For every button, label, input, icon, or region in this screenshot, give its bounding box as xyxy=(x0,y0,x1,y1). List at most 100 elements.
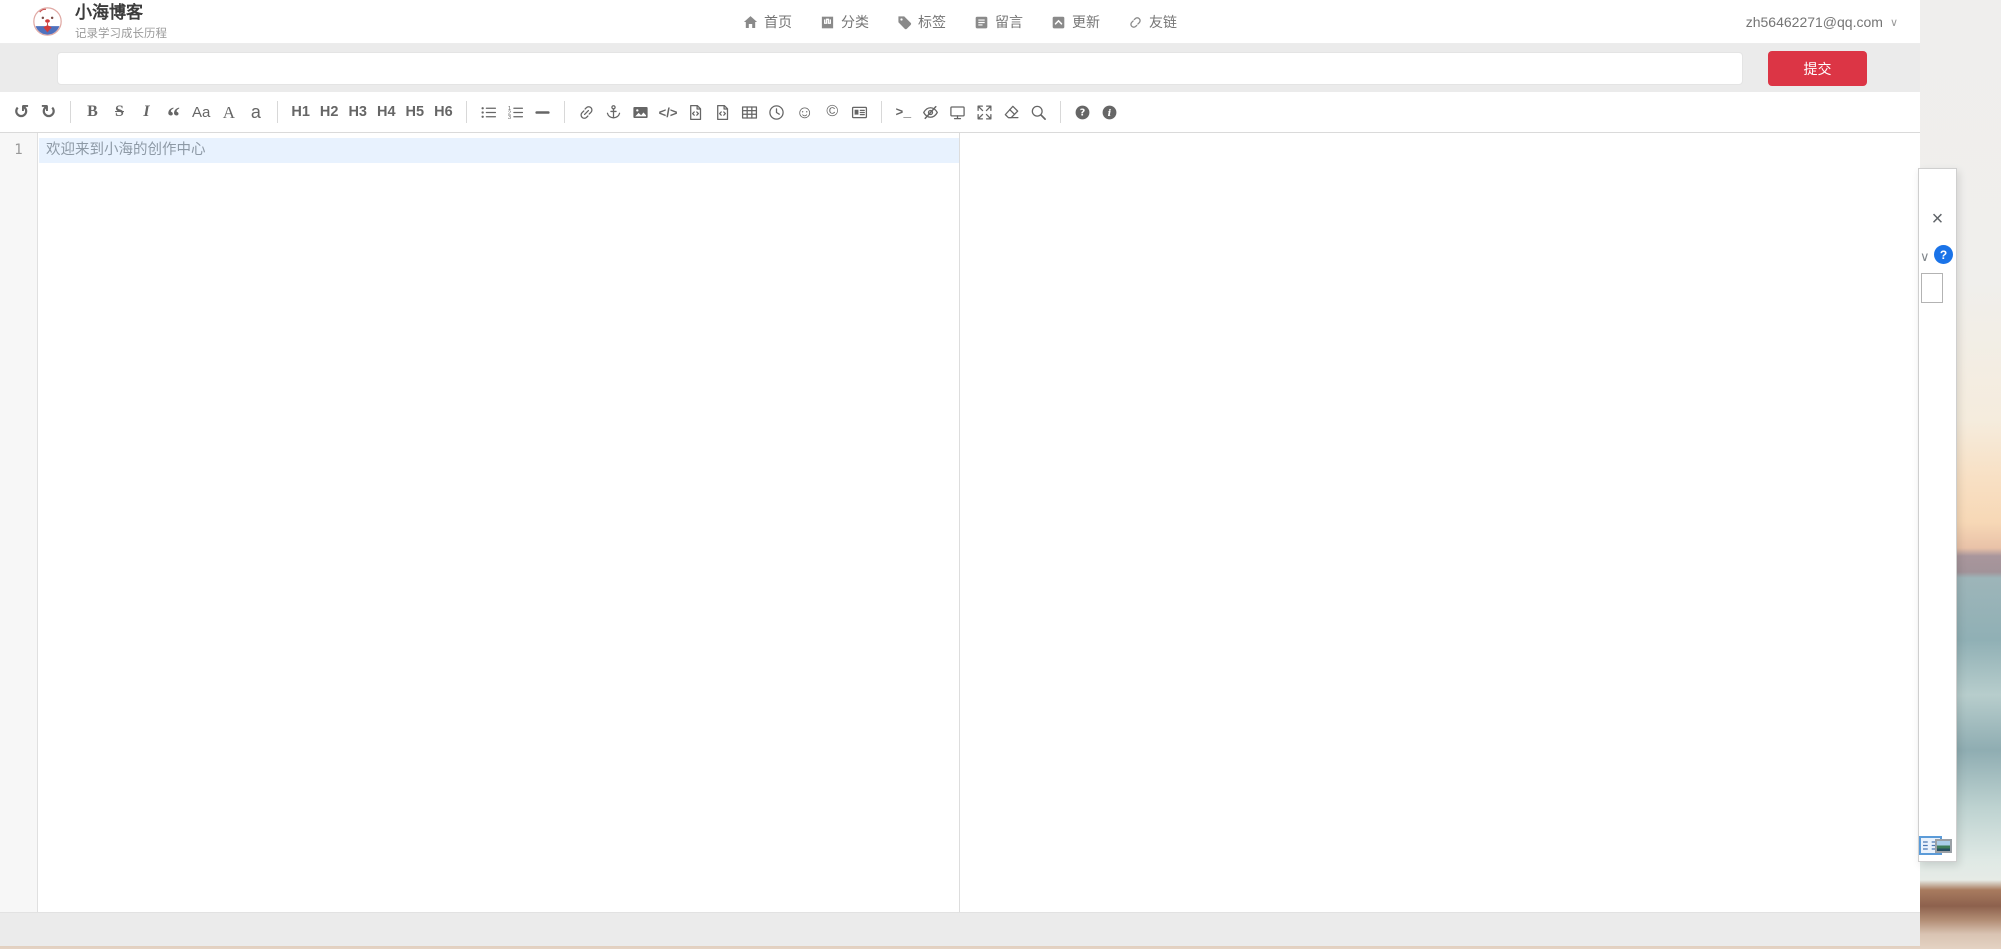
anchor-icon xyxy=(605,104,622,121)
site-logo-avatar[interactable] xyxy=(33,7,62,36)
toolbar-preview-button[interactable] xyxy=(945,97,970,127)
code-block-icon xyxy=(714,104,731,121)
toolbar-emoji-button[interactable]: ☺ xyxy=(791,97,817,127)
toolbar-link-button[interactable] xyxy=(574,97,599,127)
image-result-icon[interactable] xyxy=(1935,839,1952,853)
toolbar-h2-button[interactable]: H2 xyxy=(316,97,343,127)
toolbar-ucwords-button[interactable]: Aa xyxy=(188,97,214,127)
toolbar-h1-glyph: H1 xyxy=(291,105,310,120)
toolbar-help-button[interactable]: ? xyxy=(1070,97,1095,127)
toolbar-h1-button[interactable]: H1 xyxy=(287,97,314,127)
brand-text: 小海博客 记录学习成长历程 xyxy=(75,3,167,41)
markdown-editor[interactable]: 1 欢迎来到小海的创作中心 xyxy=(0,133,960,912)
nav-item-friendlink[interactable]: 友链 xyxy=(1128,12,1177,32)
submit-button[interactable]: 提交 xyxy=(1768,51,1867,86)
toolbar-h6-glyph: H6 xyxy=(434,105,453,120)
toolbar-bold-glyph: B xyxy=(87,104,98,120)
toolbar-search-button[interactable] xyxy=(1026,97,1051,127)
toolbar-pagebreak-button[interactable] xyxy=(847,97,872,127)
editor-toolbar: ↺↻BSI“AaAaH1H2H3H4H5H6123</>☺©>_?i xyxy=(0,92,1920,133)
line-number: 1 xyxy=(0,138,37,163)
toolbar-datetime-button[interactable] xyxy=(764,97,789,127)
toolbar-h4-button[interactable]: H4 xyxy=(373,97,400,127)
toolbar-list-ul-button[interactable] xyxy=(476,97,501,127)
friendlink-icon xyxy=(1128,15,1143,30)
svg-text:3: 3 xyxy=(507,114,510,120)
nav-item-label: 分类 xyxy=(841,12,869,32)
toolbar-divider xyxy=(1060,101,1061,123)
toolbar-image-button[interactable] xyxy=(628,97,653,127)
chevron-down-icon[interactable]: ∨ xyxy=(1920,249,1930,265)
toolbar-bold-button[interactable]: B xyxy=(80,97,105,127)
toolbar-table-button[interactable] xyxy=(737,97,762,127)
toolbar-info-button[interactable]: i xyxy=(1097,97,1122,127)
list-ol-icon: 123 xyxy=(507,104,524,121)
toolbar-anchor-button[interactable] xyxy=(601,97,626,127)
toolbar-divider xyxy=(564,101,565,123)
link-icon xyxy=(578,104,595,121)
info-icon: i xyxy=(1101,104,1118,121)
side-popup-panel: × ∨ ? xyxy=(1918,168,1957,862)
toolbar-h2-glyph: H2 xyxy=(320,105,339,120)
clear-icon xyxy=(1003,104,1020,121)
datetime-icon xyxy=(768,104,785,121)
toolbar-fullscreen-button[interactable] xyxy=(972,97,997,127)
nav-item-label: 友链 xyxy=(1149,12,1177,32)
toolbar-redo-glyph: ↻ xyxy=(41,103,57,122)
svg-text:i: i xyxy=(1108,107,1112,118)
toolbar-h4-glyph: H4 xyxy=(377,105,396,120)
update-icon xyxy=(1051,15,1066,30)
code-area[interactable]: 欢迎来到小海的创作中心 xyxy=(39,138,959,163)
nav-item-tag[interactable]: 标签 xyxy=(897,12,946,32)
svg-text:?: ? xyxy=(1080,107,1086,118)
toolbar-italic-glyph: I xyxy=(143,104,149,120)
toolbar-uppercase-button[interactable]: A xyxy=(216,97,241,127)
toolbar-divider xyxy=(881,101,882,123)
toolbar-strikethrough-button[interactable]: S xyxy=(107,97,132,127)
user-menu[interactable]: zh56462271@qq.com ∨ xyxy=(1746,0,1898,44)
fullscreen-icon xyxy=(976,104,993,121)
nav-item-update[interactable]: 更新 xyxy=(1051,12,1100,32)
nav-item-label: 留言 xyxy=(995,12,1023,32)
nav-item-label: 首页 xyxy=(764,12,792,32)
toolbar-clear-button[interactable] xyxy=(999,97,1024,127)
post-title-input[interactable] xyxy=(57,52,1743,85)
toolbar-goto-line-button[interactable]: >_ xyxy=(891,97,916,127)
toolbar-divider xyxy=(70,101,71,123)
toolbar-code-block-button[interactable] xyxy=(710,97,735,127)
toolbar-lowercase-button[interactable]: a xyxy=(243,97,268,127)
line-number-gutter: 1 xyxy=(0,133,38,912)
preview-pane xyxy=(960,133,1920,912)
toolbar-h5-glyph: H5 xyxy=(406,105,425,120)
nav-item-home[interactable]: 首页 xyxy=(743,12,792,32)
pagebreak-icon xyxy=(851,104,868,121)
toolbar-redo-button[interactable]: ↻ xyxy=(36,97,61,127)
toolbar-italic-button[interactable]: I xyxy=(134,97,159,127)
toolbar-h5-button[interactable]: H5 xyxy=(402,97,429,127)
popup-input[interactable] xyxy=(1921,273,1943,303)
watch-icon xyxy=(922,104,939,121)
toolbar-preformatted-text-button[interactable] xyxy=(683,97,708,127)
editor-active-line[interactable]: 欢迎来到小海的创作中心 xyxy=(39,138,959,163)
toolbar-code-button[interactable]: </> xyxy=(655,97,682,127)
editor-workspace: 1 欢迎来到小海的创作中心 xyxy=(0,133,1920,912)
toolbar-watch-button[interactable] xyxy=(918,97,943,127)
toolbar-html-entities-button[interactable]: © xyxy=(820,97,845,127)
main-nav: 首页 分类 标签 留言 更新 友链 xyxy=(743,0,1177,44)
nav-item-comment[interactable]: 留言 xyxy=(974,12,1023,32)
nav-item-category[interactable]: 分类 xyxy=(820,12,869,32)
close-icon[interactable]: × xyxy=(1919,209,1956,229)
site-title[interactable]: 小海博客 xyxy=(75,3,167,23)
toolbar-emoji-glyph: ☺ xyxy=(795,103,813,121)
home-icon xyxy=(743,15,758,30)
toolbar-undo-button[interactable]: ↺ xyxy=(9,97,34,127)
toolbar-list-ol-button[interactable]: 123 xyxy=(503,97,528,127)
toolbar-h6-button[interactable]: H6 xyxy=(430,97,457,127)
toolbar-quote-button[interactable]: “ xyxy=(161,97,186,127)
preview-icon xyxy=(949,104,966,121)
toolbar-hr-button[interactable] xyxy=(530,97,555,127)
toolbar-divider xyxy=(277,101,278,123)
help-icon: ? xyxy=(1074,104,1091,121)
toolbar-h3-button[interactable]: H3 xyxy=(344,97,371,127)
help-badge-icon[interactable]: ? xyxy=(1934,245,1953,264)
